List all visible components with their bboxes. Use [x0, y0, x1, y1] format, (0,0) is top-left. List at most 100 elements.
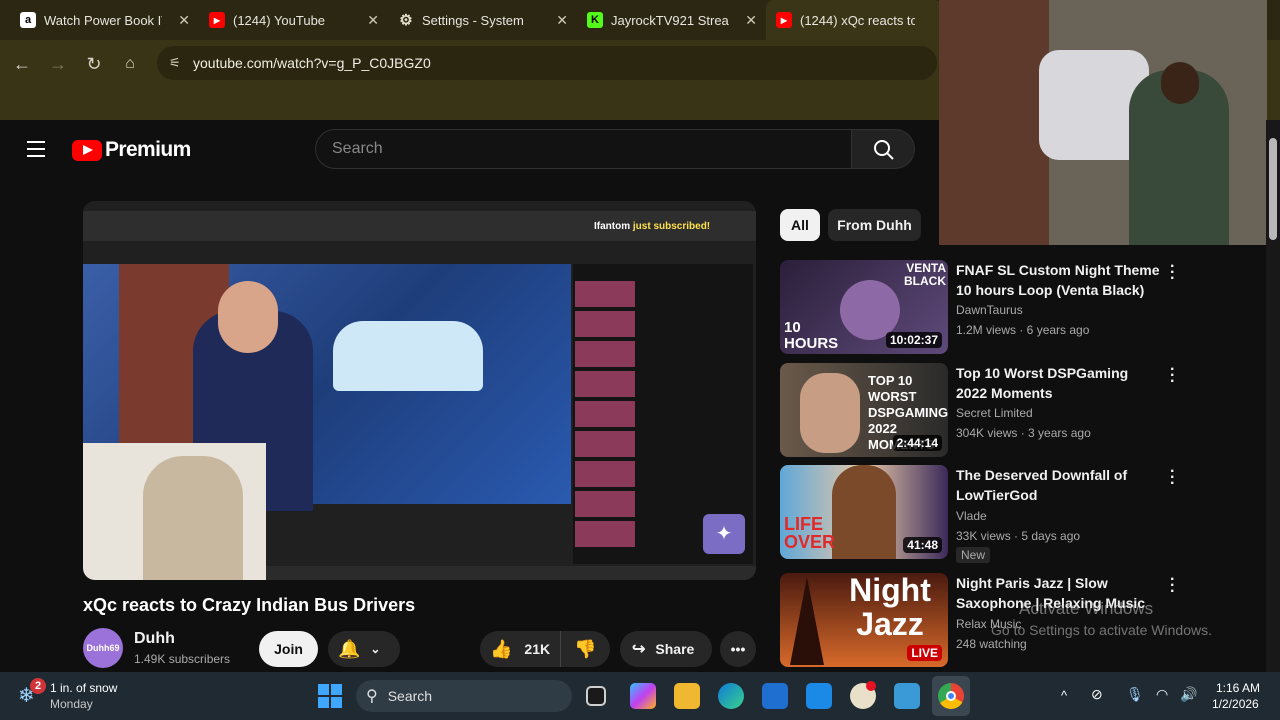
more-icon: ••• — [730, 641, 746, 657]
browser-tab[interactable]: K JayrockTV921 Stream ✕ — [577, 0, 767, 40]
video-thumbnail[interactable]: LIFE OVER 41:48 — [780, 465, 948, 559]
recommendation-meta: 304K views · 3 years ago — [956, 426, 1091, 440]
thumbs-down-icon: 👎 — [574, 638, 597, 659]
clock-date[interactable]: 1/2/2026 — [1212, 697, 1259, 711]
close-icon[interactable]: ✕ — [178, 12, 190, 29]
recommendation-item[interactable]: LIFE OVER 41:48 The Deserved Downfall of… — [780, 464, 1200, 563]
weather-subtext: Monday — [50, 697, 93, 711]
browser-tab-active[interactable]: ▶ (1244) xQc reacts to C — [766, 0, 942, 40]
video-thumbnail[interactable]: Night Jazz LIVE — [780, 573, 948, 667]
close-icon[interactable]: ✕ — [367, 12, 379, 29]
clock-time[interactable]: 1:16 AM — [1216, 681, 1260, 695]
channel-name[interactable]: Duhh — [134, 630, 175, 648]
forward-icon[interactable]: → — [46, 52, 70, 76]
dislike-button[interactable]: 👎 — [560, 631, 610, 667]
video-duration: 2:44:14 — [892, 435, 942, 451]
address-bar[interactable]: ⚟ youtube.com/watch?v=g_P_C0JBGZ0 — [157, 46, 937, 80]
notification-dot — [866, 681, 876, 691]
webcam-wall — [939, 0, 1049, 245]
microsoft-365-icon[interactable] — [630, 683, 656, 709]
recommendation-channel[interactable]: DawnTaurus — [956, 303, 1023, 317]
sparkle-icon[interactable]: ✦ — [703, 514, 745, 554]
browser-tab[interactable]: a Watch Power Book IV: ✕ — [10, 0, 200, 40]
recommendation-title[interactable]: The Deserved Downfall of LowTierGod — [956, 465, 1161, 505]
search-input[interactable]: Search — [315, 129, 852, 169]
recommendation-title[interactable]: Top 10 Worst DSPGaming 2022 Moments — [956, 363, 1161, 403]
youtube-logo[interactable]: Premium — [72, 138, 191, 162]
chevron-up-icon[interactable]: ^ — [1061, 688, 1067, 703]
scene-logo — [333, 321, 483, 391]
close-icon[interactable]: ✕ — [745, 12, 757, 29]
video-player[interactable]: Ifantom just subscribed! ✦ — [83, 201, 756, 580]
recommendation-channel[interactable]: Secret Limited — [956, 406, 1033, 420]
wifi-icon[interactable]: ◠ — [1156, 686, 1168, 703]
recommendation-item[interactable]: TOP 10 WORST DSPGAMING 2022 MOMENTS 2:44… — [780, 362, 1200, 459]
store-icon[interactable] — [762, 683, 788, 709]
notifications-button[interactable]: 🔔 ⌄ — [328, 631, 400, 667]
chevron-down-icon: ⌄ — [370, 642, 381, 656]
chrome-center — [946, 691, 956, 701]
menu-icon[interactable] — [27, 141, 45, 157]
subscriber-count: 1.49K subscribers — [134, 652, 231, 666]
recommendation-meta: 1.2M views · 6 years ago — [956, 323, 1090, 337]
chip-from-duhh[interactable]: From Duhh — [828, 209, 921, 241]
thumbnail-person — [800, 373, 860, 453]
photos-icon[interactable] — [894, 683, 920, 709]
weather-badge: 2 — [30, 678, 46, 694]
recommendation-meta: 33K views · 5 days ago — [956, 529, 1081, 543]
video-thumbnail[interactable]: VENTA BLACK 10 HOURS 10:02:37 — [780, 260, 948, 354]
logo-text: Premium — [105, 138, 191, 161]
alert-user: Ifantom — [594, 221, 631, 232]
taskbar-search[interactable]: ⚲ Search — [356, 680, 572, 712]
thumbnail-text: Night Jazz — [849, 573, 931, 642]
weather-text[interactable]: 1 in. of snow — [50, 681, 117, 695]
page-scrollbar[interactable] — [1266, 120, 1280, 672]
site-info-icon[interactable]: ⚟ — [169, 55, 181, 71]
recommendation-title[interactable]: FNAF SL Custom Night Theme 10 hours Loop… — [956, 260, 1161, 300]
recommendation-item[interactable]: VENTA BLACK 10 HOURS 10:02:37 FNAF SL Cu… — [780, 259, 1200, 356]
windows-start-icon[interactable] — [318, 684, 342, 708]
taskbar-search-placeholder: Search — [387, 688, 433, 704]
channel-avatar[interactable]: Duhh69 — [83, 628, 123, 668]
tab-title: Settings - System — [422, 12, 524, 28]
like-count: 21K — [524, 641, 551, 657]
search-button[interactable] — [851, 129, 915, 169]
search-icon — [874, 140, 894, 160]
url-text: youtube.com/watch?v=g_P_C0JBGZ0 — [193, 55, 431, 71]
network-off-icon[interactable]: ⊘ — [1091, 686, 1103, 703]
task-view-icon[interactable] — [586, 686, 606, 706]
more-vert-icon[interactable]: · · · — [1170, 362, 1176, 390]
volume-icon[interactable]: 🔊 — [1180, 686, 1197, 703]
kick-icon: K — [587, 12, 603, 28]
scrollbar-thumb[interactable] — [1269, 138, 1277, 240]
outlook-icon[interactable] — [806, 683, 832, 709]
recommendation-channel[interactable]: Vlade — [956, 509, 987, 523]
edge-icon[interactable] — [718, 683, 744, 709]
video-title: xQc reacts to Crazy Indian Bus Drivers — [83, 595, 416, 615]
alert-text: just subscribed! — [632, 221, 711, 232]
video-thumbnail[interactable]: TOP 10 WORST DSPGAMING 2022 MOMENTS 2:44… — [780, 363, 948, 457]
chip-all[interactable]: All — [780, 209, 820, 241]
more-vert-icon[interactable]: · · · — [1170, 259, 1176, 287]
more-actions-button[interactable]: ••• — [720, 631, 756, 667]
share-icon: ↪ — [632, 641, 646, 658]
file-explorer-icon[interactable] — [674, 683, 700, 709]
more-vert-icon[interactable]: · · · — [1170, 572, 1176, 600]
browser-tab[interactable]: ⚙ Settings - System ✕ — [388, 0, 578, 40]
thumbnail-person — [832, 465, 896, 559]
browser-tab[interactable]: ▶ (1244) YouTube ✕ — [199, 0, 389, 40]
thumbnail-text: VENTA BLACK — [904, 261, 946, 288]
share-button[interactable]: ↪ Share — [620, 631, 712, 667]
home-icon[interactable]: ⌂ — [118, 52, 142, 76]
like-button[interactable]: 👍 21K — [480, 631, 560, 667]
more-vert-icon[interactable]: · · · — [1170, 464, 1176, 492]
video-controls-bar[interactable] — [266, 566, 756, 580]
reload-icon[interactable]: ↻ — [82, 52, 106, 76]
stream-alert: Ifantom just subscribed! — [594, 221, 710, 232]
close-icon[interactable]: ✕ — [556, 12, 568, 29]
back-icon[interactable]: ← — [10, 52, 34, 76]
join-button[interactable]: Join — [259, 631, 318, 667]
thumbnail-text: LIFE OVER — [784, 514, 836, 552]
tab-title: (1244) xQc reacts to C — [800, 12, 915, 28]
microphone-icon[interactable]: 🎙 — [1126, 686, 1144, 703]
